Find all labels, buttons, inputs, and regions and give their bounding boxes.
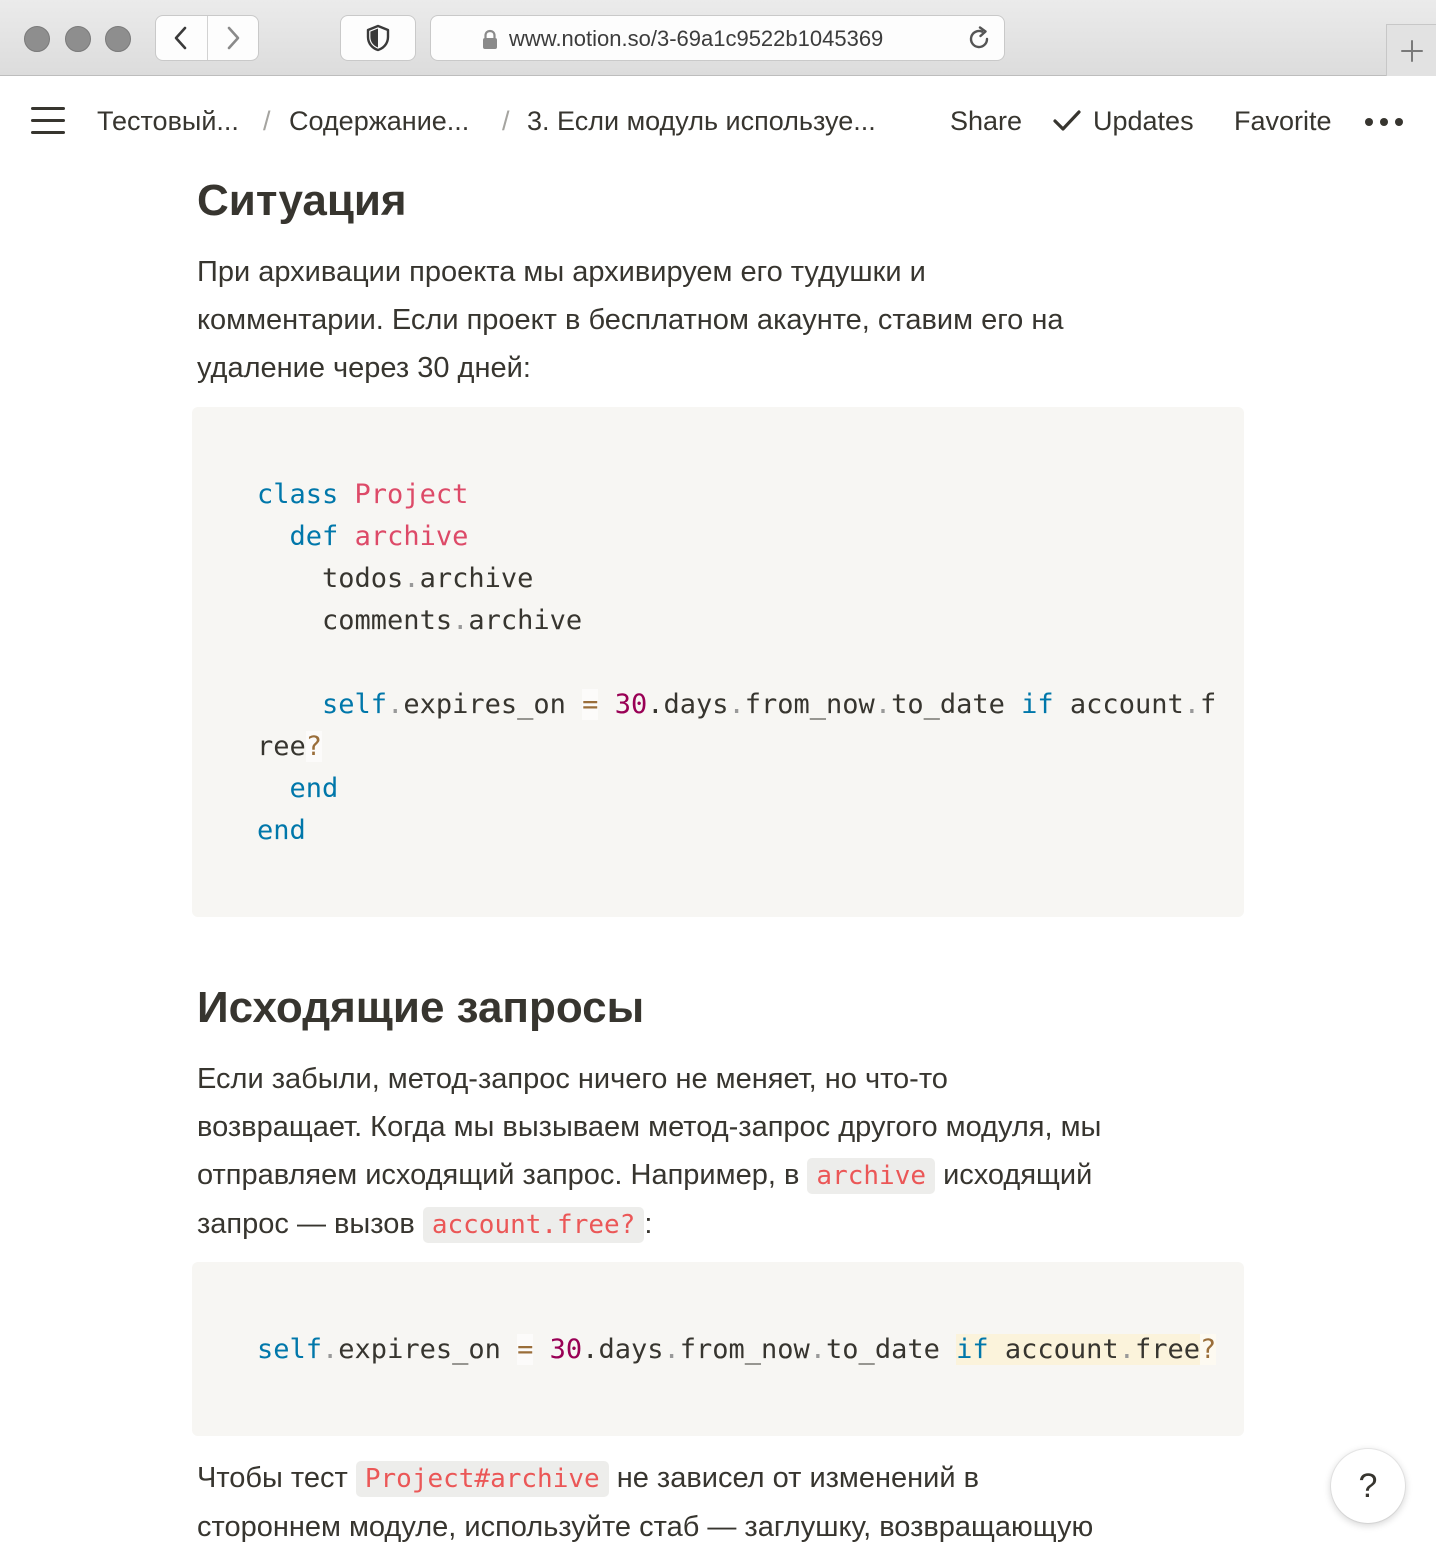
breadcrumb-item-3[interactable]: 3. Если модуль используе... xyxy=(527,104,876,138)
inline-code: archive xyxy=(807,1158,935,1194)
forward-button[interactable] xyxy=(206,16,259,60)
lock-icon xyxy=(483,29,497,49)
paragraph-line: отправляем исходящий запрос. Например, в… xyxy=(197,1151,1247,1200)
heading-situation: Ситуация xyxy=(197,176,407,225)
paragraph-line: запрос — вызов account.free?: xyxy=(197,1200,1247,1249)
reload-icon[interactable] xyxy=(966,26,992,52)
paragraph-line: возвращает. Когда мы вызываем метод-запр… xyxy=(197,1111,1102,1143)
paragraph-line: Если забыли, метод-запрос ничего не меня… xyxy=(197,1063,948,1095)
more-options-icon[interactable] xyxy=(1365,118,1403,126)
window-minimize-button[interactable] xyxy=(65,26,91,52)
paragraph-stub: Чтобы тест Project#archive не зависел от… xyxy=(197,1454,1247,1551)
window-zoom-button[interactable] xyxy=(105,26,131,52)
shield-icon xyxy=(366,24,390,52)
code-block-expires[interactable]: self.expires_on = 30.days.from_now.to_da… xyxy=(192,1262,1244,1436)
paragraph-line: удаление через 30 дней: xyxy=(197,352,531,384)
paragraph-line: При архивации проекта мы архивируем его … xyxy=(197,256,926,288)
new-tab-button[interactable] xyxy=(1386,24,1436,76)
code-content: class Project def archive todos.archive … xyxy=(257,479,1217,846)
address-bar[interactable]: www.notion.so/3-69a1c9522b1045369 xyxy=(430,15,1005,61)
breadcrumb-separator: / xyxy=(263,106,271,136)
paragraph-outgoing: Если забыли, метод-запрос ничего не меня… xyxy=(197,1055,1247,1249)
paragraph-situation: При архивации проекта мы архивируем его … xyxy=(197,248,1247,392)
code-content: self.expires_on = 30.days.from_now.to_da… xyxy=(257,1334,1217,1365)
paragraph-line: Чтобы тест Project#archive не зависел от… xyxy=(197,1454,1247,1503)
breadcrumb-separator: / xyxy=(502,106,510,136)
browser-toolbar: www.notion.so/3-69a1c9522b1045369 xyxy=(0,0,1436,76)
share-button[interactable]: Share xyxy=(950,104,1022,138)
window-close-button[interactable] xyxy=(24,26,50,52)
paragraph-line: стороннем модуле, используйте стаб — заг… xyxy=(197,1511,1094,1543)
heading-outgoing-queries: Исходящие запросы xyxy=(197,983,645,1032)
sidebar-menu-icon[interactable] xyxy=(31,107,65,135)
plus-icon xyxy=(1400,39,1423,62)
inline-code: account.free? xyxy=(422,1207,645,1243)
code-block-project[interactable]: class Project def archive todos.archive … xyxy=(192,407,1244,917)
privacy-report-button[interactable] xyxy=(340,15,416,61)
chevron-right-icon xyxy=(227,26,240,50)
notion-topbar: Тестовый... / Содержание... / 3. Если мо… xyxy=(0,76,1436,168)
favorite-button[interactable]: Favorite xyxy=(1234,104,1332,138)
back-button[interactable] xyxy=(156,16,207,60)
breadcrumb-item-1[interactable]: Тестовый... xyxy=(97,104,239,138)
inline-code: Project#archive xyxy=(355,1461,609,1497)
history-nav xyxy=(155,15,259,61)
updates-button[interactable]: Updates xyxy=(1093,104,1194,138)
url-text[interactable]: www.notion.so/3-69a1c9522b1045369 xyxy=(509,26,949,52)
chevron-left-icon xyxy=(174,26,187,50)
check-icon xyxy=(1053,110,1081,131)
help-button[interactable]: ? xyxy=(1331,1449,1405,1523)
paragraph-line: комментарии. Если проект в бесплатном ак… xyxy=(197,304,1064,336)
breadcrumb-item-2[interactable]: Содержание... xyxy=(289,104,469,138)
